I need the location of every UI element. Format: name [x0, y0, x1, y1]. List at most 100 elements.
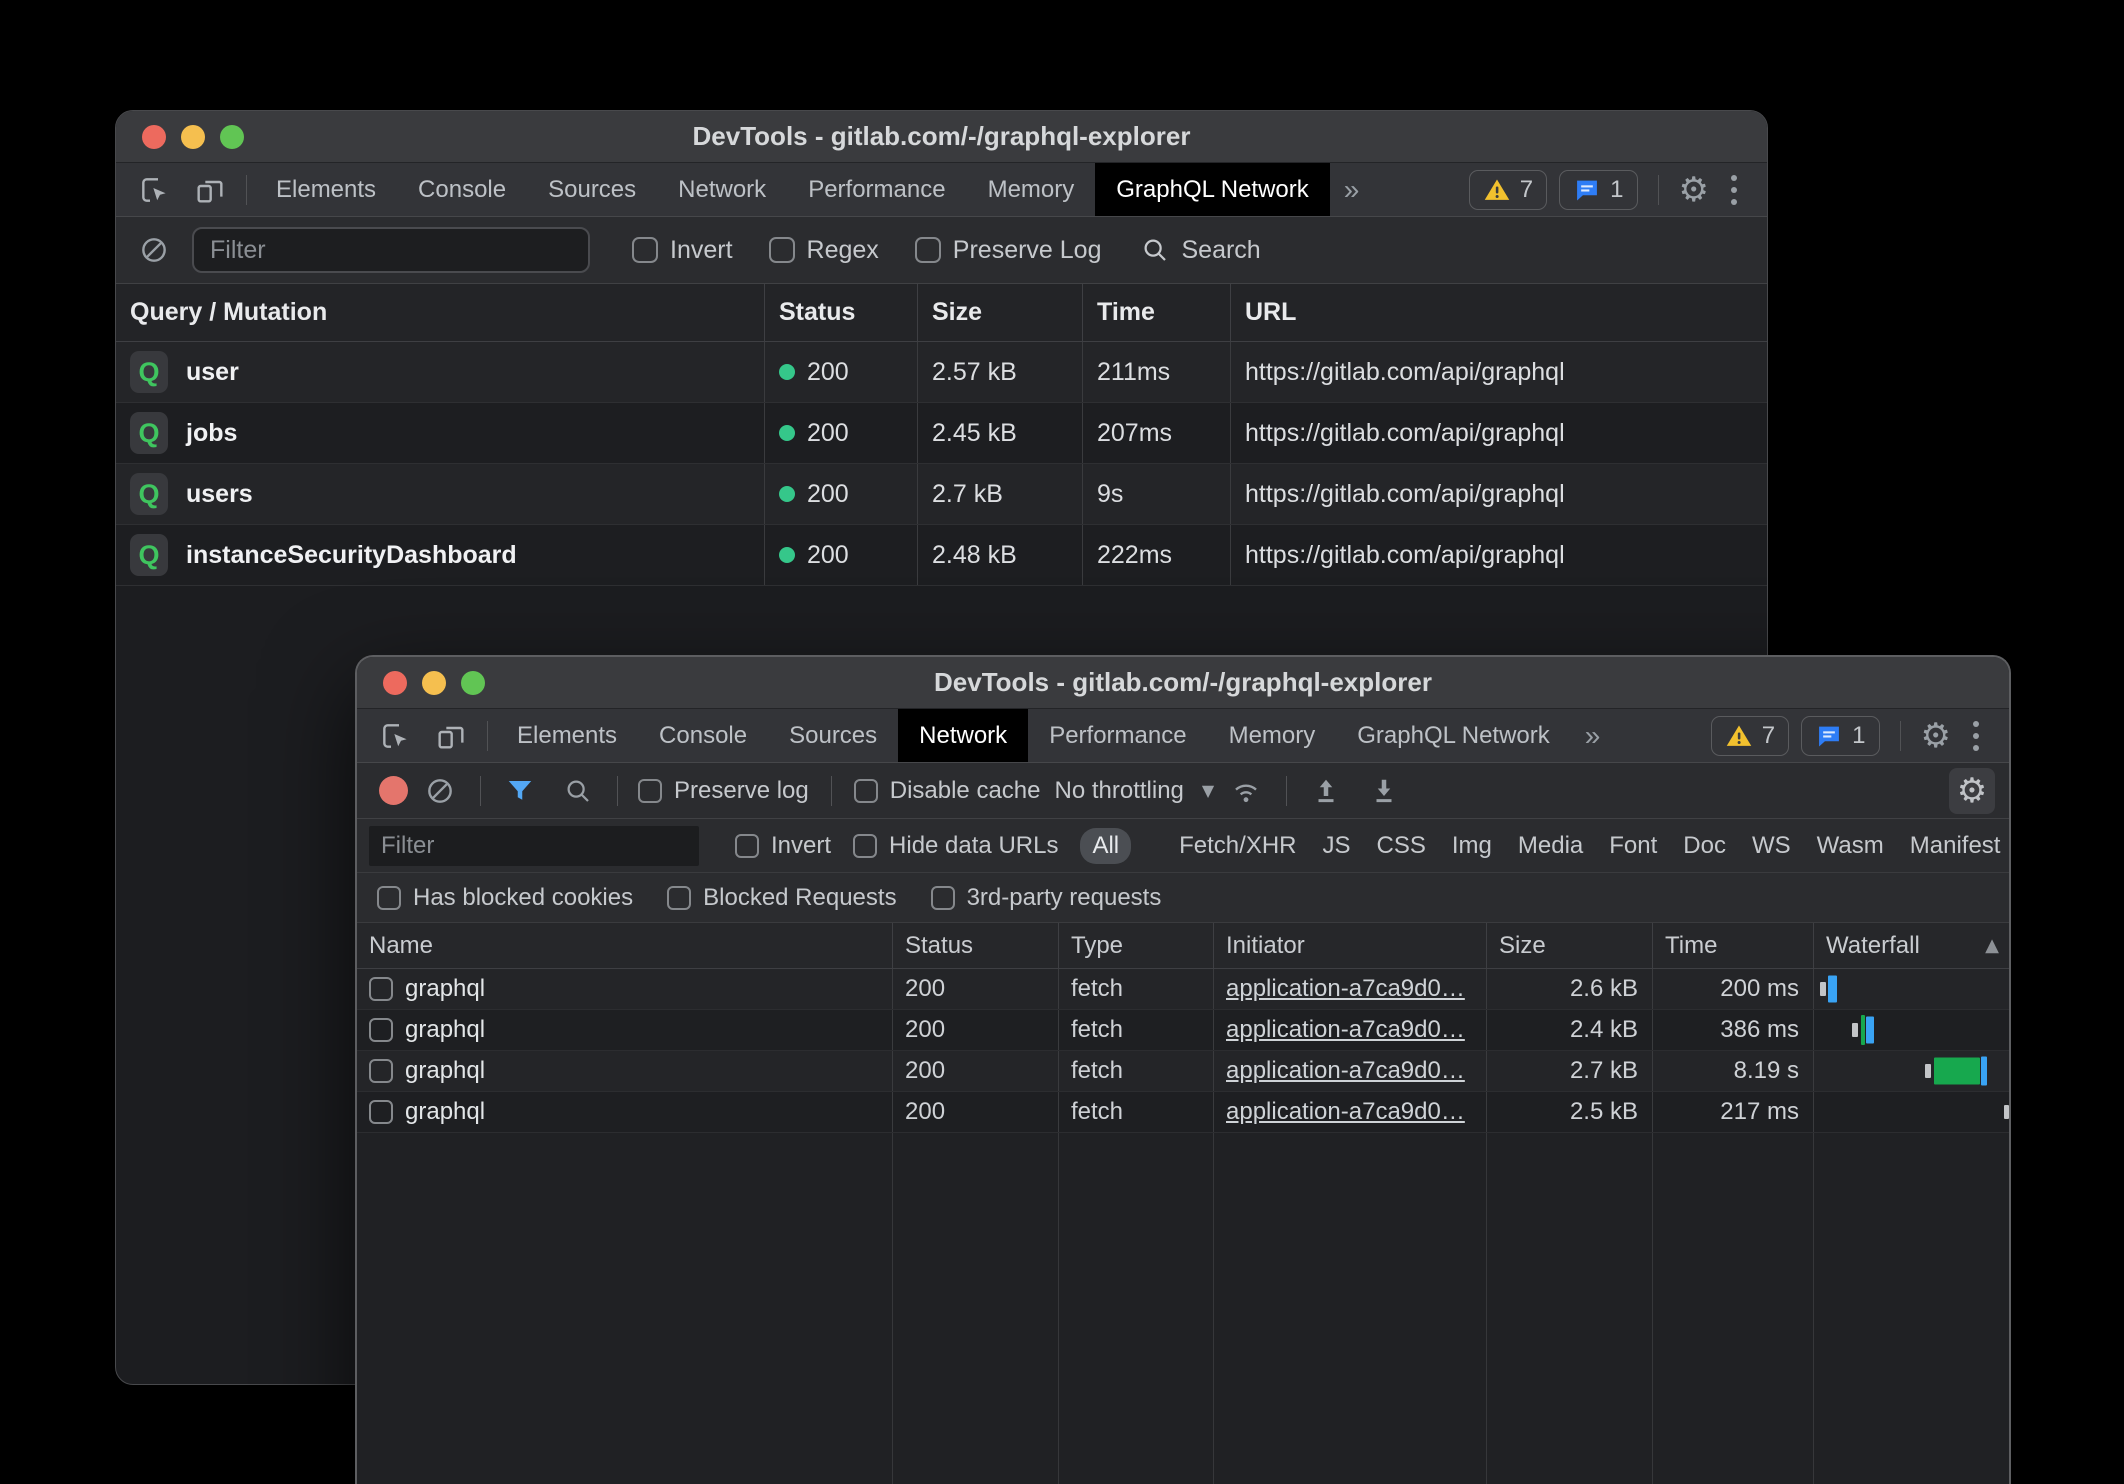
initiator-link[interactable]: application-a7ca9d0… — [1226, 1016, 1465, 1044]
third-party-requests-checkbox[interactable] — [931, 886, 955, 910]
warnings-badge[interactable]: 7 — [1469, 170, 1547, 210]
tab-graphql-network[interactable]: GraphQL Network — [1336, 709, 1571, 762]
tab-performance[interactable]: Performance — [1028, 709, 1207, 762]
filter-type-media[interactable]: Media — [1518, 832, 1583, 860]
minimize-window-button[interactable] — [181, 125, 205, 149]
issues-badge[interactable]: 1 — [1801, 716, 1879, 756]
column-header-query-mutation[interactable]: Query / Mutation — [116, 284, 765, 341]
column-header-size[interactable]: Size — [1487, 923, 1653, 968]
blocked-requests-checkbox[interactable] — [667, 886, 691, 910]
more-tabs-chevron-icon[interactable]: » — [1330, 163, 1374, 216]
third-party-requests-checkbox-group[interactable]: 3rd-party requests — [931, 884, 1162, 912]
tab-performance[interactable]: Performance — [787, 163, 966, 216]
minimize-window-button[interactable] — [422, 671, 446, 695]
preserve-log-checkbox-group[interactable]: Preserve Log — [915, 236, 1102, 265]
device-toolbar-icon[interactable] — [182, 163, 238, 216]
table-row[interactable]: Qjobs 200 2.45 kB 207ms https://gitlab.c… — [116, 403, 1767, 464]
search-button[interactable]: Search — [1140, 235, 1261, 265]
search-icon[interactable] — [551, 776, 605, 806]
tab-console[interactable]: Console — [638, 709, 768, 762]
column-header-waterfall[interactable]: Waterfall ▲ — [1814, 923, 2009, 968]
tab-elements[interactable]: Elements — [496, 709, 638, 762]
tab-sources[interactable]: Sources — [527, 163, 657, 216]
column-header-status[interactable]: Status — [765, 284, 918, 341]
record-button[interactable] — [379, 776, 408, 805]
filter-funnel-icon[interactable] — [493, 776, 547, 806]
initiator-link[interactable]: application-a7ca9d0… — [1226, 1098, 1465, 1126]
initiator-link[interactable]: application-a7ca9d0… — [1226, 975, 1465, 1003]
device-toolbar-icon[interactable] — [423, 709, 479, 762]
hide-data-urls-checkbox-group[interactable]: Hide data URLs — [853, 832, 1058, 860]
table-row[interactable]: graphql 200 fetch application-a7ca9d0… 2… — [357, 1051, 2009, 1092]
inspect-element-icon[interactable] — [357, 709, 423, 762]
row-checkbox[interactable] — [369, 1059, 393, 1083]
table-row[interactable]: Qusers 200 2.7 kB 9s https://gitlab.com/… — [116, 464, 1767, 525]
settings-gear-icon[interactable]: ⚙ — [1679, 173, 1709, 207]
table-row[interactable]: QinstanceSecurityDashboard 200 2.48 kB 2… — [116, 525, 1767, 586]
clear-icon[interactable] — [412, 775, 468, 807]
preserve-log-checkbox[interactable] — [915, 237, 941, 263]
filter-type-wasm[interactable]: Wasm — [1817, 832, 1884, 860]
column-header-type[interactable]: Type — [1059, 923, 1214, 968]
settings-gear-icon[interactable]: ⚙ — [1921, 719, 1951, 753]
row-checkbox[interactable] — [369, 1018, 393, 1042]
issues-badge[interactable]: 1 — [1559, 170, 1637, 210]
filter-type-font[interactable]: Font — [1609, 832, 1657, 860]
column-header-name[interactable]: Name — [357, 923, 893, 968]
filter-input[interactable] — [369, 826, 699, 866]
tab-network[interactable]: Network — [657, 163, 787, 216]
initiator-link[interactable]: application-a7ca9d0… — [1226, 1057, 1465, 1085]
invert-checkbox-group[interactable]: Invert — [735, 832, 831, 860]
disable-cache-checkbox[interactable] — [854, 779, 878, 803]
tab-memory[interactable]: Memory — [1208, 709, 1337, 762]
has-blocked-cookies-checkbox[interactable] — [377, 886, 401, 910]
warnings-badge[interactable]: 7 — [1711, 716, 1789, 756]
invert-checkbox[interactable] — [632, 237, 658, 263]
regex-checkbox[interactable] — [769, 237, 795, 263]
preserve-log-checkbox[interactable] — [638, 779, 662, 803]
close-window-button[interactable] — [142, 125, 166, 149]
row-checkbox[interactable] — [369, 977, 393, 1001]
zoom-window-button[interactable] — [461, 671, 485, 695]
network-conditions-icon[interactable] — [1218, 775, 1274, 807]
column-header-url[interactable]: URL — [1231, 284, 1767, 341]
tab-console[interactable]: Console — [397, 163, 527, 216]
filter-type-img[interactable]: Img — [1452, 832, 1492, 860]
inspect-element-icon[interactable] — [116, 163, 182, 216]
regex-checkbox-group[interactable]: Regex — [769, 236, 879, 265]
blocked-requests-checkbox-group[interactable]: Blocked Requests — [667, 884, 896, 912]
filter-type-all[interactable]: All — [1080, 828, 1131, 864]
invert-checkbox[interactable] — [735, 834, 759, 858]
disable-cache-checkbox-group[interactable]: Disable cache — [854, 777, 1041, 805]
block-icon[interactable] — [116, 234, 182, 266]
table-row[interactable]: graphql 200 fetch application-a7ca9d0… 2… — [357, 1092, 2009, 1133]
filter-input[interactable] — [192, 227, 590, 273]
filter-type-fetch-xhr[interactable]: Fetch/XHR — [1179, 832, 1296, 860]
has-blocked-cookies-checkbox-group[interactable]: Has blocked cookies — [377, 884, 633, 912]
more-options-icon[interactable] — [1721, 175, 1747, 205]
tab-network[interactable]: Network — [898, 709, 1028, 762]
column-header-time[interactable]: Time — [1083, 284, 1231, 341]
column-header-status[interactable]: Status — [893, 923, 1059, 968]
column-header-time[interactable]: Time — [1653, 923, 1814, 968]
tab-graphql-network[interactable]: GraphQL Network — [1095, 163, 1330, 216]
table-row[interactable]: graphql 200 fetch application-a7ca9d0… 2… — [357, 1010, 2009, 1051]
export-har-icon[interactable] — [1357, 776, 1411, 806]
table-row[interactable]: Quser 200 2.57 kB 211ms https://gitlab.c… — [116, 342, 1767, 403]
hide-data-urls-checkbox[interactable] — [853, 834, 877, 858]
column-header-size[interactable]: Size — [918, 284, 1083, 341]
throttling-select[interactable]: No throttling ▼ — [1054, 777, 1214, 805]
table-row[interactable]: graphql 200 fetch application-a7ca9d0… 2… — [357, 969, 2009, 1010]
filter-type-css[interactable]: CSS — [1377, 832, 1426, 860]
filter-type-ws[interactable]: WS — [1752, 832, 1791, 860]
more-options-icon[interactable] — [1963, 721, 1989, 751]
column-header-initiator[interactable]: Initiator — [1214, 923, 1487, 968]
filter-type-doc[interactable]: Doc — [1683, 832, 1726, 860]
zoom-window-button[interactable] — [220, 125, 244, 149]
tab-elements[interactable]: Elements — [255, 163, 397, 216]
preserve-log-checkbox-group[interactable]: Preserve log — [638, 777, 809, 805]
tab-sources[interactable]: Sources — [768, 709, 898, 762]
more-tabs-chevron-icon[interactable]: » — [1571, 709, 1615, 762]
network-settings-button[interactable]: ⚙ — [1949, 768, 1995, 814]
filter-type-manifest[interactable]: Manifest — [1910, 832, 2001, 860]
